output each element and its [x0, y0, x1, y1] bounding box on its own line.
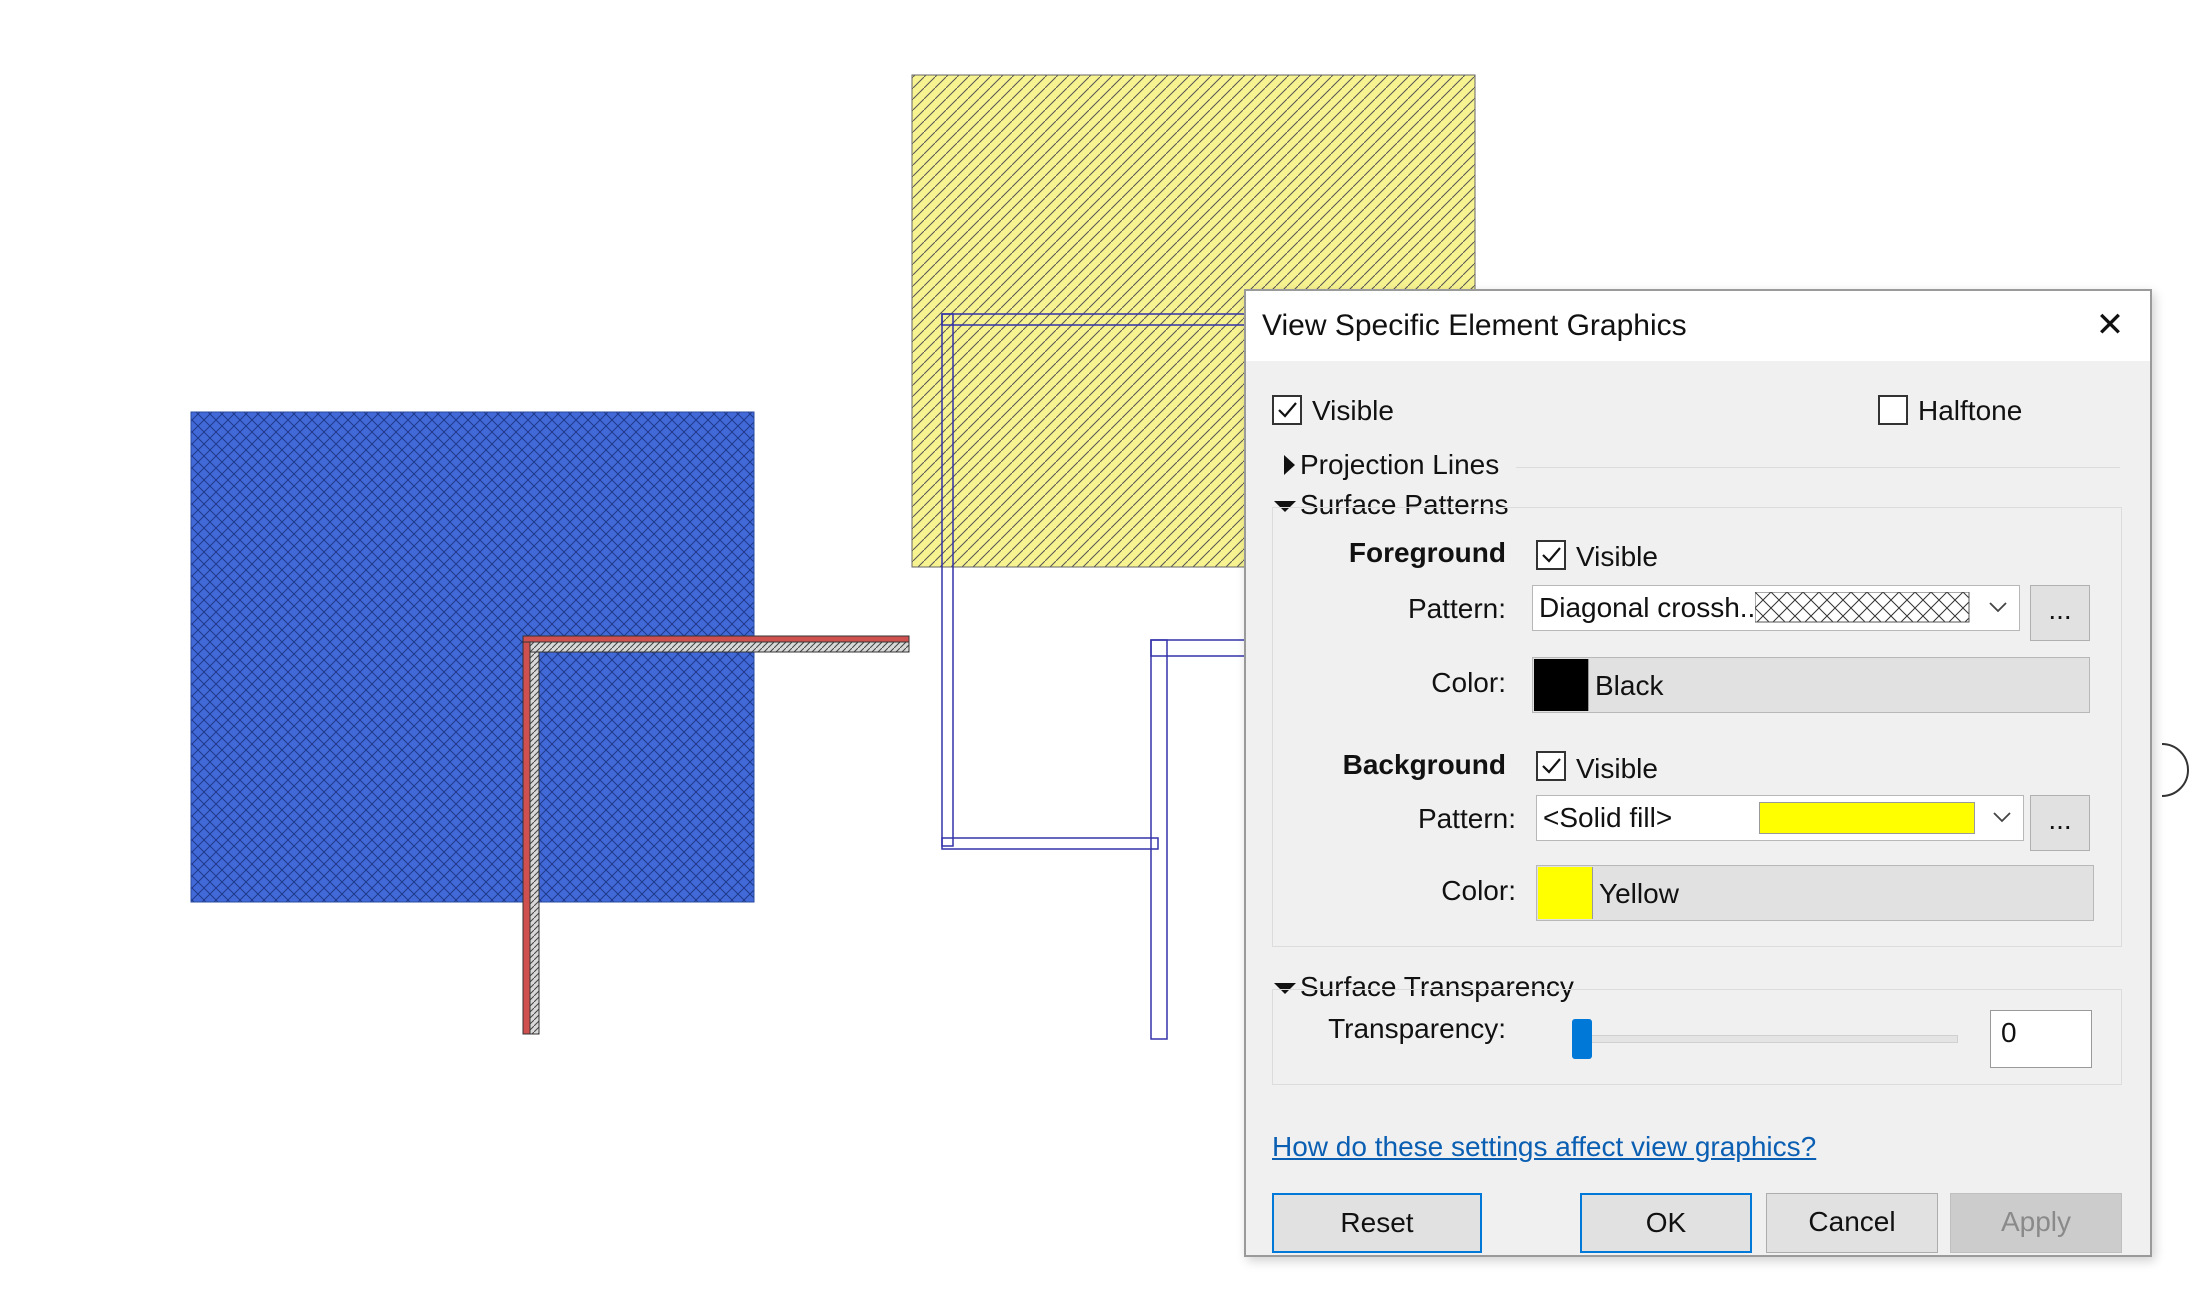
foreground-color-label: Color: [1431, 667, 1506, 698]
halftone-label: Halftone [1918, 395, 2023, 426]
foreground-color-button[interactable]: Black [1532, 657, 2090, 713]
expand-projection-lines-icon[interactable] [1284, 455, 1295, 475]
crosshatch-preview-icon [1755, 592, 1970, 623]
yellow-fill-preview [1759, 802, 1975, 834]
chevron-down-icon [1989, 602, 2007, 613]
title-bar[interactable]: View Specific Element Graphics ✕ [1246, 291, 2150, 361]
ok-button[interactable]: OK [1580, 1193, 1752, 1253]
foreground-visible-label: Visible [1576, 541, 1658, 572]
outline-wall-right[interactable] [1150, 639, 1252, 1040]
transparency-slider-track[interactable] [1572, 1035, 1958, 1043]
help-link[interactable]: How do these settings affect view graphi… [1272, 1131, 1816, 1163]
foreground-pattern-value: Diagonal crossh... [1539, 592, 1764, 623]
transparency-label: Transparency: [1328, 1013, 1506, 1044]
yellow-color-swatch [1538, 867, 1593, 919]
projection-lines-header[interactable]: Projection Lines [1300, 449, 1499, 481]
projection-lines-divider [1516, 467, 2120, 468]
transparency-input[interactable]: 0 [1990, 1010, 2092, 1068]
foreground-pattern-select[interactable]: Diagonal crossh... [1532, 585, 2020, 631]
close-icon[interactable]: ✕ [2090, 305, 2130, 345]
background-heading: Background [1342, 749, 1506, 780]
dialog-title: View Specific Element Graphics [1262, 309, 1687, 342]
background-pattern-value: <Solid fill> [1543, 802, 1673, 833]
background-visible-checkbox[interactable] [1536, 751, 1566, 781]
view-specific-element-graphics-dialog: View Specific Element Graphics ✕ Visible… [1244, 289, 2152, 1257]
background-pattern-more-button[interactable]: ... [2030, 795, 2090, 851]
transparency-slider-thumb[interactable] [1572, 1019, 1592, 1059]
background-pattern-select[interactable]: <Solid fill> [1536, 795, 2024, 841]
blue-crosshatch-region[interactable] [190, 411, 755, 903]
background-color-name: Yellow [1599, 878, 1679, 909]
background-pattern-label: Pattern: [1417, 803, 1516, 834]
foreground-pattern-label: Pattern: [1407, 593, 1506, 624]
chevron-down-icon [1993, 812, 2011, 823]
foreground-heading: Foreground [1348, 537, 1506, 568]
reset-button[interactable]: Reset [1272, 1193, 1482, 1253]
circle-handle[interactable] [2161, 743, 2189, 797]
foreground-visible-checkbox[interactable] [1536, 540, 1566, 570]
foreground-pattern-more-button[interactable]: ... [2030, 585, 2090, 641]
background-color-button[interactable]: Yellow [1536, 865, 2094, 921]
background-color-label: Color: [1441, 875, 1516, 906]
background-visible-label: Visible [1576, 753, 1658, 784]
cancel-button[interactable]: Cancel [1766, 1193, 1938, 1253]
halftone-checkbox[interactable] [1878, 395, 1908, 425]
visible-checkbox[interactable] [1272, 395, 1302, 425]
black-color-swatch [1534, 659, 1589, 711]
visible-label: Visible [1312, 395, 1394, 426]
foreground-color-name: Black [1595, 670, 1664, 701]
apply-button[interactable]: Apply [1950, 1193, 2122, 1253]
